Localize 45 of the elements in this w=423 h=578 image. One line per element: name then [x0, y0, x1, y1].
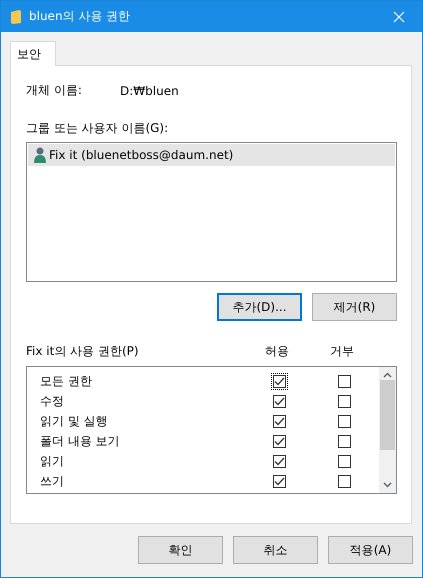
dialog-button[interactable]: 제거(R) [312, 293, 397, 321]
permission-name: 수정 [39, 392, 65, 410]
checkbox[interactable] [336, 452, 352, 470]
field-label: 개체 이름: [26, 82, 83, 99]
checkmark-icon [274, 476, 284, 486]
scroll-down-icon[interactable] [383, 482, 392, 488]
checkbox[interactable] [336, 472, 352, 490]
checkbox[interactable] [270, 432, 288, 450]
checkmark-icon [274, 416, 284, 426]
checkmark-icon [274, 436, 284, 446]
permission-name: 폴더 내용 보기 [39, 432, 121, 450]
tab[interactable]: 보안 [10, 41, 56, 66]
column-header: 허용 [265, 343, 289, 360]
dialog-button[interactable]: 추가(D)... [217, 293, 302, 321]
list-item[interactable]: Fix it (bluenetboss@daum.net) [28, 144, 395, 166]
scroll-up-icon[interactable] [383, 372, 392, 378]
column-header: 거부 [330, 343, 354, 360]
list-label: 그룹 또는 사용자 이름(G): [26, 120, 170, 137]
dialog-button[interactable]: 취소 [233, 536, 318, 564]
user-icon [34, 147, 46, 163]
checkbox[interactable] [270, 392, 288, 410]
close-icon[interactable] [393, 10, 405, 22]
checkbox[interactable] [270, 472, 288, 490]
user-list[interactable]: Fix it (bluenetboss@daum.net) [26, 142, 397, 282]
window-title: bluen의 사용 권한 [29, 8, 132, 25]
dialog-button[interactable]: 확인 [138, 536, 223, 564]
checkbox[interactable] [336, 372, 352, 390]
checkmark-icon [274, 396, 284, 406]
checkmark-icon [274, 456, 284, 466]
checkbox[interactable] [336, 432, 352, 450]
checkbox[interactable] [336, 392, 352, 410]
permission-name: 모든 권한 [39, 372, 93, 390]
permission-name: 쓰기 [39, 472, 65, 490]
checkmark-icon [274, 376, 284, 386]
checkbox[interactable] [270, 372, 288, 390]
permissions-label: Fix it의 사용 권한(P) [26, 343, 140, 360]
permission-name: 읽기 및 실행 [39, 412, 109, 430]
checkbox[interactable] [270, 412, 288, 430]
dialog-button[interactable]: 적용(A) [328, 536, 413, 564]
folder-icon [11, 10, 21, 24]
permission-name: 읽기 [39, 452, 65, 470]
scrollbar[interactable] [379, 367, 396, 493]
checkbox[interactable] [270, 452, 288, 470]
object-path: D:₩bluen [120, 84, 179, 98]
checkbox[interactable] [336, 412, 352, 430]
